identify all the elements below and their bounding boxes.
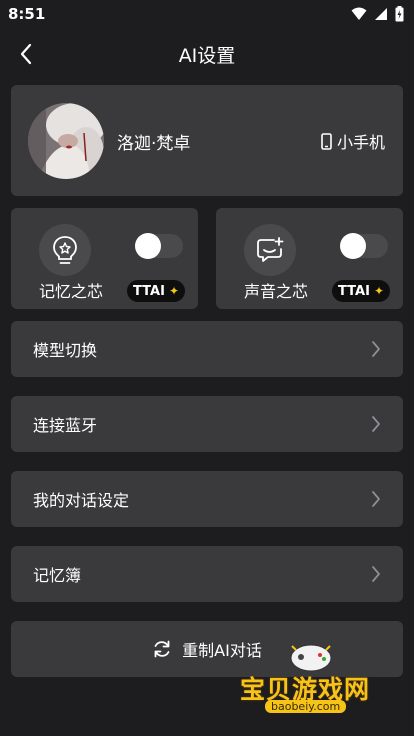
profile-card[interactable]: 洛迦·梵卓 小手机 [11,85,403,196]
menu-label: 连接蓝牙 [33,416,98,435]
memory-core-toggle[interactable] [135,233,183,259]
wifi-icon [351,7,367,20]
menu-item-bluetooth[interactable]: 连接蓝牙 [11,396,403,452]
watermark: 宝贝游戏网 baobeiy.com [236,640,386,720]
back-button[interactable] [12,40,40,68]
battery-icon [395,6,404,22]
ttai-badge: TTAI ✦ [332,280,390,302]
menu-label: 我的对话设定 [33,491,130,510]
toggle-knob [340,233,366,259]
status-icons [351,6,404,22]
avatar [28,103,104,179]
badge-text: TTAI [133,283,165,299]
sparkle-icon: ✦ [168,284,179,298]
device-label: 小手机 [321,129,385,153]
profile-name: 洛迦·梵卓 [117,134,191,154]
refresh-icon [154,640,170,658]
status-bar: 8:51 [0,0,414,28]
toggle-knob [135,233,161,259]
voice-core-card: 声音之芯 TTAI ✦ [216,208,403,309]
phone-icon [321,132,332,150]
memory-bulb-icon [39,224,91,276]
menu-item-dialog-settings[interactable]: 我的对话设定 [11,471,403,527]
feature-label: 声音之芯 [244,282,309,301]
menu-label: 记忆簿 [33,566,82,585]
status-time: 8:51 [8,5,46,23]
watermark-url: baobeiy.com [265,700,347,713]
chevron-right-icon [372,491,380,507]
menu-item-model-switch[interactable]: 模型切换 [11,321,403,377]
back-arrow-icon [20,43,32,65]
menu-label: 模型切换 [33,341,98,360]
badge-text: TTAI [338,283,370,299]
chevron-right-icon [372,566,380,582]
menu-item-memory-book[interactable]: 记忆簿 [11,546,403,602]
voice-core-toggle[interactable] [340,233,388,259]
sparkle-icon: ✦ [373,284,384,298]
chevron-right-icon [372,416,380,432]
signal-icon [375,8,387,20]
voice-chat-icon [244,224,296,276]
chevron-right-icon [372,341,380,357]
header: AI设置 [0,28,414,80]
feature-label: 记忆之芯 [39,282,104,301]
ttai-badge: TTAI ✦ [127,280,185,302]
memory-core-card: 记忆之芯 TTAI ✦ [11,208,198,309]
page-title: AI设置 [178,44,236,67]
device-name: 小手机 [336,133,385,152]
gamepad-logo-icon [290,644,332,672]
